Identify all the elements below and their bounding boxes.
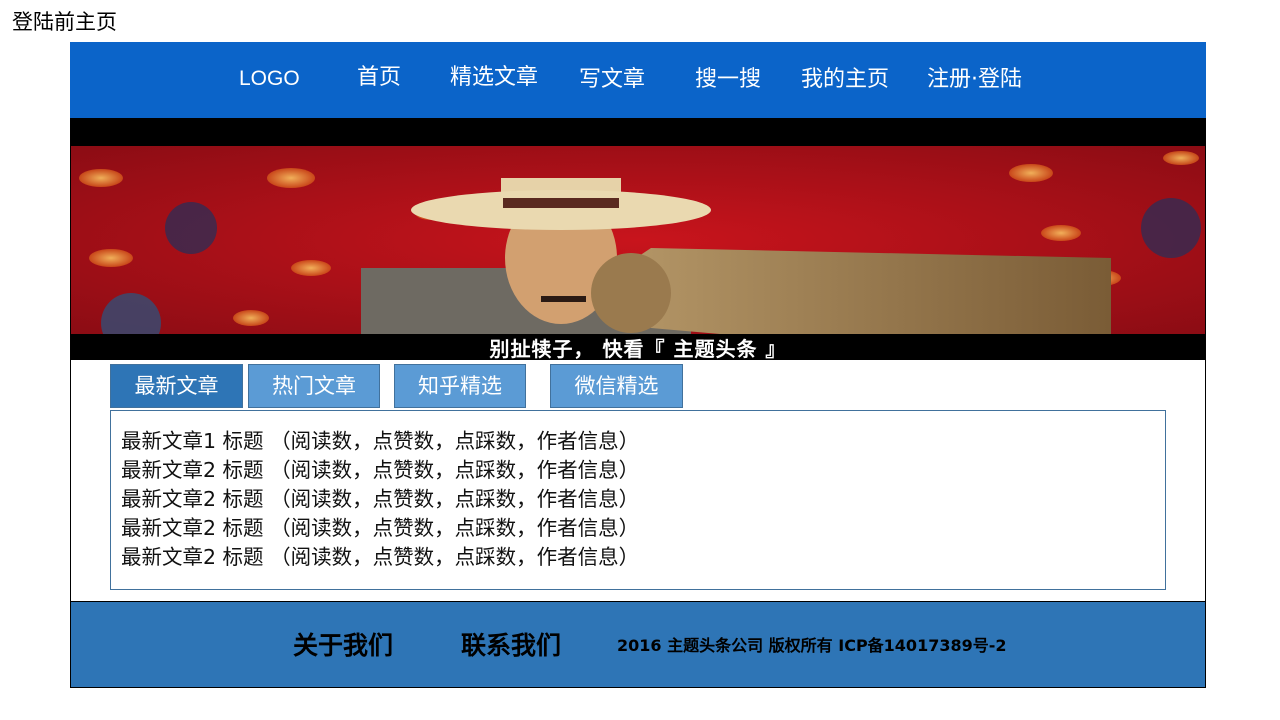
nav-write-article[interactable]: 写文章: [579, 64, 645, 96]
tab-wechat-picks[interactable]: 微信精选: [550, 364, 683, 408]
logo[interactable]: LOGO: [239, 63, 300, 95]
article-item[interactable]: 最新文章2 标题 （阅读数，点赞数，点踩数，作者信息）: [121, 456, 639, 485]
article-item[interactable]: 最新文章1 标题 （阅读数，点赞数，点踩数，作者信息）: [121, 427, 639, 456]
article-item[interactable]: 最新文章2 标题 （阅读数，点赞数，点踩数，作者信息）: [121, 514, 639, 543]
nav-my-homepage[interactable]: 我的主页: [801, 64, 889, 96]
article-list: 最新文章1 标题 （阅读数，点赞数，点踩数，作者信息） 最新文章2 标题 （阅读…: [110, 410, 1166, 590]
footer-about-link[interactable]: 关于我们: [293, 626, 393, 662]
nav-register-login[interactable]: 注册·登陆: [927, 64, 1022, 96]
article-item[interactable]: 最新文章2 标题 （阅读数，点赞数，点踩数，作者信息）: [121, 485, 639, 514]
nav-search[interactable]: 搜一搜: [695, 64, 761, 96]
footer: 关于我们 联系我们 2016 主题头条公司 版权所有 ICP备14017389号…: [70, 601, 1206, 688]
banner-caption: 别扯犊子， 快看『 主题头条 』: [489, 337, 787, 360]
nav-home[interactable]: 首页: [357, 62, 401, 94]
article-item[interactable]: 最新文章2 标题 （阅读数，点赞数，点踩数，作者信息）: [121, 543, 639, 572]
page-caption: 登陆前主页: [12, 10, 117, 34]
page-frame: LOGO 首页 精选文章 写文章 搜一搜 我的主页 注册·登陆 别扯犊子， 快看…: [70, 42, 1206, 688]
tab-latest-articles[interactable]: 最新文章: [110, 364, 243, 408]
banner-image: [71, 118, 1205, 360]
article-section: 最新文章 热门文章 知乎精选 微信精选 最新文章1 标题 （阅读数，点赞数，点踩…: [70, 360, 1206, 601]
hero-banner[interactable]: 别扯犊子， 快看『 主题头条 』: [70, 118, 1206, 360]
footer-copyright: 2016 主题头条公司 版权所有 ICP备14017389号-2: [617, 636, 1007, 655]
top-navbar: LOGO 首页 精选文章 写文章 搜一搜 我的主页 注册·登陆: [70, 42, 1206, 118]
nav-featured-articles[interactable]: 精选文章: [450, 62, 538, 94]
tab-zhihu-picks[interactable]: 知乎精选: [394, 364, 526, 408]
footer-contact-link[interactable]: 联系我们: [461, 626, 561, 662]
tab-hot-articles[interactable]: 热门文章: [248, 364, 380, 408]
